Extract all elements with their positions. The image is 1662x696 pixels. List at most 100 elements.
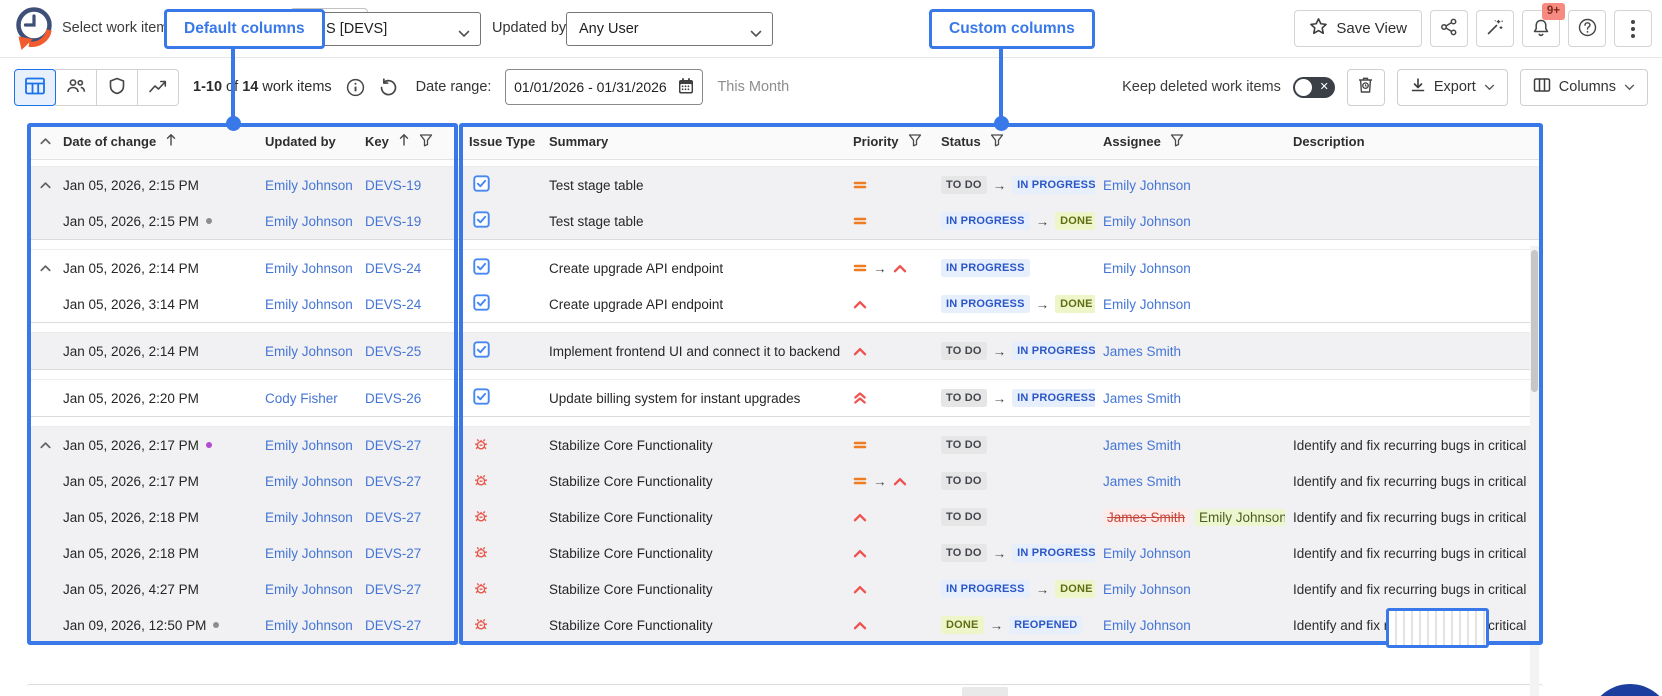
updated-by-link[interactable]: Cody Fisher	[265, 391, 338, 406]
trash-button[interactable]	[1347, 69, 1385, 106]
shield-view-button[interactable]	[96, 69, 138, 106]
filter-funnel-icon[interactable]	[1170, 133, 1184, 150]
assignee-link[interactable]: Emily Johnson	[1103, 618, 1191, 633]
work-item-key-link[interactable]: DEVS-26	[365, 391, 421, 406]
work-item-description: Identify and fix recurring bugs in criti…	[1285, 582, 1543, 597]
date-range-input[interactable]: 01/01/2026 - 01/31/2026	[505, 69, 703, 105]
work-item-summary: Stabilize Core Functionality	[545, 474, 845, 489]
trend-view-button[interactable]	[137, 69, 179, 106]
filter-funnel-icon[interactable]	[419, 133, 433, 150]
status-badge: TO DO	[941, 508, 987, 526]
updated-by-link[interactable]: Emily Johnson	[265, 582, 353, 597]
people-view-button[interactable]	[55, 69, 97, 106]
info-icon[interactable]	[346, 78, 365, 97]
work-item-key-link[interactable]: DEVS-19	[365, 214, 421, 229]
updated-by-link[interactable]: Emily Johnson	[265, 474, 353, 489]
assignee-link[interactable]: James Smith	[1103, 474, 1181, 489]
work-item-key-link[interactable]: DEVS-27	[365, 582, 421, 597]
work-item-key-link[interactable]: DEVS-24	[365, 297, 421, 312]
work-item-key-link[interactable]: DEVS-27	[365, 474, 421, 489]
more-menu-button[interactable]	[1614, 10, 1652, 47]
chevron-down-icon	[750, 26, 762, 42]
work-item-key-link[interactable]: DEVS-19	[365, 178, 421, 193]
filter-funnel-icon[interactable]	[990, 133, 1004, 150]
updated-by-link[interactable]: Emily Johnson	[265, 344, 353, 359]
collapse-all-icon[interactable]	[38, 134, 53, 149]
table-view-button[interactable]	[14, 69, 56, 106]
export-button[interactable]: Export	[1397, 69, 1508, 106]
work-item-key-link[interactable]: DEVS-27	[365, 510, 421, 525]
status-badge: TO DO	[941, 342, 987, 360]
magic-wand-button[interactable]	[1476, 10, 1514, 47]
updated-by-link[interactable]: Emily Johnson	[265, 178, 353, 193]
table-row[interactable]: Jan 05, 2026, 3:14 PMEmily JohnsonDEVS-2…	[27, 286, 1543, 322]
table-row[interactable]: Jan 05, 2026, 2:14 PMEmily JohnsonDEVS-2…	[27, 250, 1543, 286]
updated-by-link[interactable]: Emily Johnson	[265, 297, 353, 312]
help-button[interactable]	[1568, 10, 1606, 47]
history-reset-icon[interactable]	[379, 78, 398, 97]
table-row[interactable]: Jan 05, 2026, 2:15 PMEmily JohnsonDEVS-1…	[27, 203, 1543, 239]
period-label: This Month	[717, 79, 789, 95]
filter-funnel-icon[interactable]	[908, 133, 922, 150]
assignee-link[interactable]: Emily Johnson	[1103, 214, 1191, 229]
table-row[interactable]: Jan 05, 2026, 2:20 PMCody FisherDEVS-26U…	[27, 380, 1543, 416]
updated-by-link[interactable]: Emily Johnson	[265, 214, 353, 229]
sort-ascending-icon[interactable]	[165, 132, 177, 150]
work-item-summary: Stabilize Core Functionality	[545, 546, 845, 561]
change-indicator-dot	[206, 218, 212, 224]
work-item-summary: Stabilize Core Functionality	[545, 438, 845, 453]
work-item-key-link[interactable]: DEVS-25	[365, 344, 421, 359]
priority-high-icon	[893, 476, 907, 487]
work-item-summary: Update billing system for instant upgrad…	[545, 391, 845, 406]
updated-by-dropdown[interactable]: Any User	[566, 12, 773, 46]
assignee-link[interactable]: James Smith	[1103, 509, 1189, 526]
bug-icon	[473, 544, 489, 563]
assignee-link[interactable]: James Smith	[1103, 344, 1181, 359]
work-item-key-link[interactable]: DEVS-27	[365, 546, 421, 561]
date-of-change: Jan 05, 2026, 2:17 PM	[63, 474, 265, 489]
updated-by-link[interactable]: Emily Johnson	[265, 261, 353, 276]
change-arrow: →	[990, 618, 1004, 633]
collapse-group-icon[interactable]	[38, 178, 53, 193]
updated-by-link[interactable]: Emily Johnson	[265, 438, 353, 453]
save-view-button[interactable]: Save View	[1294, 10, 1422, 47]
work-item-description: Identify and fix recurring bugs in criti…	[1285, 510, 1543, 525]
table-row[interactable]: Jan 05, 2026, 2:14 PMEmily JohnsonDEVS-2…	[27, 333, 1543, 369]
status-badge: IN PROGRESS	[1012, 544, 1095, 562]
table-row[interactable]: Jan 09, 2026, 12:50 PMEmily JohnsonDEVS-…	[27, 607, 1543, 643]
change-arrow: →	[993, 546, 1007, 561]
sort-ascending-icon[interactable]	[398, 132, 410, 150]
work-item-key-link[interactable]: DEVS-27	[365, 438, 421, 453]
table-row[interactable]: Jan 05, 2026, 2:17 PMEmily Johnson DEVS-2…	[27, 463, 1543, 499]
updated-by-link[interactable]: Emily Johnson	[265, 510, 353, 525]
keep-deleted-toggle[interactable]: ✕	[1293, 77, 1335, 98]
columns-button[interactable]: Columns	[1520, 69, 1648, 106]
assignee-link[interactable]: Emily Johnson	[1103, 261, 1191, 276]
collapse-group-icon[interactable]	[38, 438, 53, 453]
column-header-issue-type: Issue Type	[469, 134, 535, 149]
work-item-key-link[interactable]: DEVS-27	[365, 618, 421, 633]
share-button[interactable]	[1430, 10, 1468, 47]
table-row[interactable]: Jan 05, 2026, 2:17 PMEmily JohnsonDEVS-2…	[27, 427, 1543, 463]
assignee-link[interactable]: Emily Johnson	[1103, 582, 1191, 597]
scrollbar-thumb[interactable]	[1531, 250, 1538, 392]
assignee-link[interactable]: James Smith	[1103, 391, 1181, 406]
table-row[interactable]: Jan 05, 2026, 2:18 PMEmily JohnsonDEVS-2…	[27, 535, 1543, 571]
calendar-icon[interactable]	[677, 77, 695, 98]
work-item-group: Jan 05, 2026, 2:14 PMEmily JohnsonDEVS-2…	[27, 332, 1543, 370]
assignee-link[interactable]: Emily Johnson	[1103, 178, 1191, 193]
collapse-group-icon[interactable]	[38, 261, 53, 276]
table-row[interactable]: Jan 05, 2026, 4:27 PMEmily JohnsonDEVS-2…	[27, 571, 1543, 607]
notifications-button[interactable]: 9+	[1522, 10, 1560, 47]
share-icon	[1440, 18, 1458, 39]
table-row[interactable]: Jan 05, 2026, 2:18 PMEmily JohnsonDEVS-2…	[27, 499, 1543, 535]
bug-icon	[473, 436, 489, 455]
assignee-link[interactable]: Emily Johnson	[1103, 297, 1191, 312]
updated-by-link[interactable]: Emily Johnson	[265, 546, 353, 561]
work-item-key-link[interactable]: DEVS-24	[365, 261, 421, 276]
updated-by-link[interactable]: Emily Johnson	[265, 618, 353, 633]
assignee-link[interactable]: Emily Johnson	[1103, 546, 1191, 561]
table-row[interactable]: Jan 05, 2026, 2:15 PMEmily JohnsonDEVS-1…	[27, 167, 1543, 203]
assignee-link[interactable]: Emily Johnson	[1195, 509, 1285, 526]
assignee-link[interactable]: James Smith	[1103, 438, 1181, 453]
